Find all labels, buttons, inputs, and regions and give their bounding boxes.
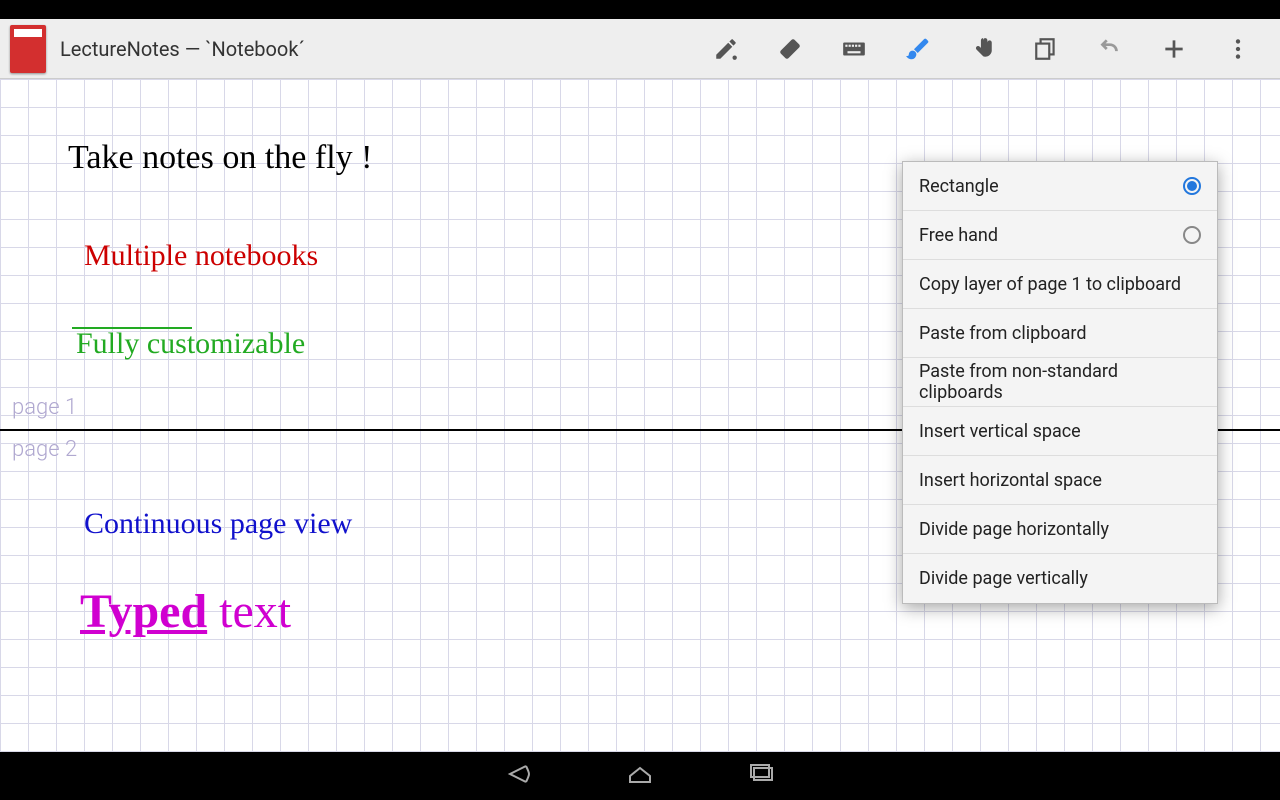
menu-item-label: Paste from non-standard clipboards xyxy=(919,361,1201,403)
menu-item-8[interactable]: Divide page vertically xyxy=(903,554,1217,603)
handwriting-line-3: Fully customizable xyxy=(76,327,305,361)
paintbrush-icon[interactable] xyxy=(886,19,950,79)
plus-icon[interactable] xyxy=(1142,19,1206,79)
undo-icon[interactable] xyxy=(1078,19,1142,79)
menu-item-1[interactable]: Free hand xyxy=(903,211,1217,260)
page-label-1: page 1 xyxy=(12,395,77,420)
note-canvas[interactable]: page 1 page 2 Take notes on the fly ! Mu… xyxy=(0,79,1280,752)
menu-item-label: Divide page vertically xyxy=(919,568,1088,589)
home-button[interactable] xyxy=(624,758,656,794)
app-title: LectureNotes — `Notebook´ xyxy=(60,37,305,61)
menu-item-3[interactable]: Paste from clipboard xyxy=(903,309,1217,358)
menu-item-5[interactable]: Insert vertical space xyxy=(903,407,1217,456)
context-menu: Rectangle Free hand Copy layer of page 1 t… xyxy=(902,161,1218,604)
handwriting-line-2: Multiple notebooks xyxy=(84,239,318,273)
pencil-icon[interactable] xyxy=(694,19,758,79)
menu-item-label: Paste from clipboard xyxy=(919,323,1086,344)
eraser-icon[interactable] xyxy=(758,19,822,79)
menu-item-label: Rectangle xyxy=(919,176,999,197)
menu-item-label: Insert horizontal space xyxy=(919,470,1102,491)
page-label-2: page 2 xyxy=(12,437,77,462)
typed-text: Typed text xyxy=(80,584,291,639)
menu-item-7[interactable]: Divide page horizontally xyxy=(903,505,1217,554)
menu-item-2[interactable]: Copy layer of page 1 to clipboard xyxy=(903,260,1217,309)
keyboard-icon[interactable] xyxy=(822,19,886,79)
back-button[interactable] xyxy=(502,758,534,794)
app-icon[interactable] xyxy=(10,25,46,73)
typed-word-bold: Typed xyxy=(80,585,207,638)
status-bar xyxy=(0,0,1280,19)
menu-item-label: Divide page horizontally xyxy=(919,519,1109,540)
typed-word-normal: text xyxy=(207,585,291,638)
menu-item-label: Free hand xyxy=(919,225,998,246)
menu-item-label: Copy layer of page 1 to clipboard xyxy=(919,274,1181,295)
radio-icon xyxy=(1183,226,1201,244)
hand-icon[interactable] xyxy=(950,19,1014,79)
handwriting-line-4: Continuous page view xyxy=(84,507,352,541)
handwriting-line-1: Take notes on the fly ! xyxy=(68,139,372,177)
overflow-icon[interactable] xyxy=(1206,19,1270,79)
toolbar: LectureNotes — `Notebook´ xyxy=(0,19,1280,79)
menu-item-6[interactable]: Insert horizontal space xyxy=(903,456,1217,505)
recents-button[interactable] xyxy=(746,758,778,794)
menu-item-0[interactable]: Rectangle xyxy=(903,162,1217,211)
radio-icon xyxy=(1183,177,1201,195)
menu-item-label: Insert vertical space xyxy=(919,421,1081,442)
android-navbar xyxy=(0,752,1280,800)
menu-item-4[interactable]: Paste from non-standard clipboards xyxy=(903,358,1217,407)
pages-icon[interactable] xyxy=(1014,19,1078,79)
